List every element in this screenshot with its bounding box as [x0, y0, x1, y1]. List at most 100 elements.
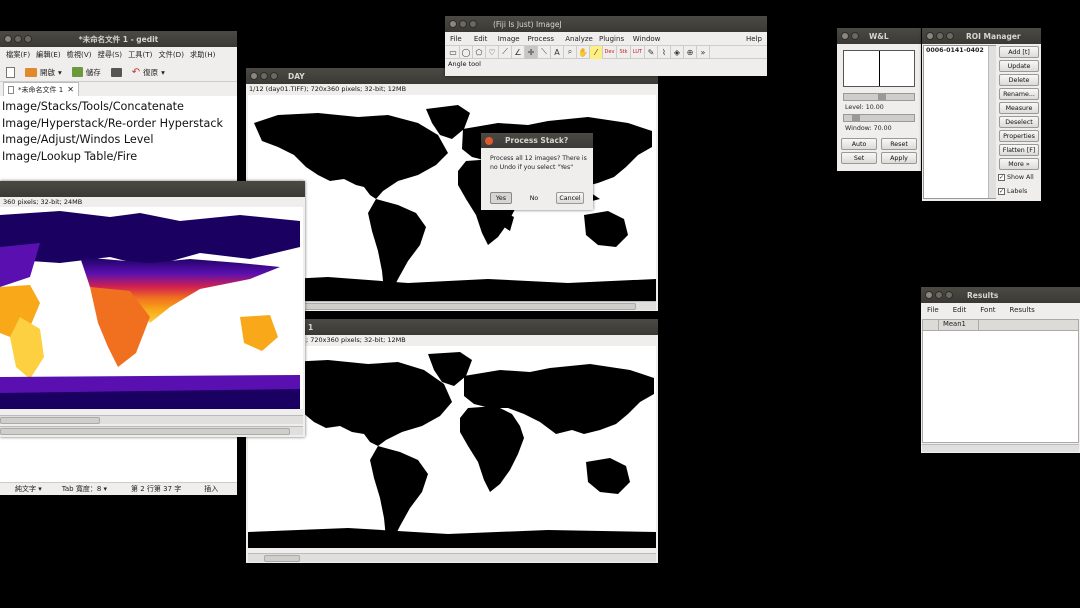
menu-edit[interactable]: Edit: [474, 35, 498, 43]
wand-tool-icon[interactable]: ⟍: [538, 45, 551, 59]
tab-document[interactable]: *未命名文件 1 ✕: [3, 82, 79, 96]
minimize-icon[interactable]: [935, 291, 943, 299]
window-slider[interactable]: [843, 114, 915, 122]
menu-tools[interactable]: 工具(T): [128, 50, 152, 60]
stk-tool-icon[interactable]: Stk: [617, 45, 631, 59]
slider-thumb[interactable]: [852, 115, 860, 121]
close-icon[interactable]: [841, 32, 849, 40]
no-button[interactable]: No: [523, 192, 545, 204]
maximize-icon[interactable]: [945, 291, 953, 299]
results-table[interactable]: Mean1: [922, 319, 1079, 443]
brush-tool-icon[interactable]: ⌇: [658, 45, 671, 59]
tab-width-selector[interactable]: Tab 寬度：8 ▾: [62, 484, 107, 494]
checkbox-checked-icon[interactable]: ✓: [998, 188, 1005, 195]
horizontal-scrollbar[interactable]: [248, 301, 656, 310]
close-icon[interactable]: [485, 136, 493, 145]
close-icon[interactable]: [250, 72, 258, 80]
close-icon[interactable]: [925, 291, 933, 299]
horizontal-scrollbar[interactable]: [922, 444, 1079, 452]
print-icon[interactable]: [110, 67, 122, 77]
angle-tool-icon[interactable]: ∠: [512, 45, 525, 59]
save-button[interactable]: 儲存: [71, 67, 101, 78]
set-button[interactable]: Set: [841, 152, 877, 164]
pencil-tool-icon[interactable]: ✎: [645, 45, 658, 59]
syntax-mode-selector[interactable]: 純文字 ▾: [15, 484, 42, 494]
cancel-button[interactable]: Cancel: [556, 192, 584, 204]
point-tool-icon[interactable]: ✛: [525, 45, 538, 59]
roi-titlebar[interactable]: ROI Manager: [922, 28, 1041, 44]
text-editor[interactable]: Image/Stacks/Tools/Concatenate Image/Hyp…: [0, 96, 237, 168]
menu-font[interactable]: Font: [980, 306, 995, 314]
roi-list[interactable]: 0006-0141-0402: [923, 45, 996, 199]
dialog-titlebar[interactable]: Process Stack?: [481, 133, 593, 148]
night-map-canvas[interactable]: [248, 346, 656, 548]
menu-results[interactable]: Results: [1010, 306, 1035, 314]
menu-window[interactable]: Window: [633, 35, 746, 43]
level-slider[interactable]: [843, 93, 915, 101]
roi-list-item[interactable]: 0006-0141-0402: [924, 46, 995, 55]
hand-tool-icon[interactable]: ✋: [577, 45, 590, 59]
menu-image[interactable]: Image: [498, 35, 528, 43]
menu-view[interactable]: 檢視(V): [67, 50, 92, 60]
fire-map-canvas[interactable]: [0, 207, 303, 409]
add-button[interactable]: Add [t]: [999, 46, 1039, 58]
auto-button[interactable]: Auto: [841, 138, 877, 150]
scrollbar-thumb[interactable]: [0, 428, 290, 435]
horizontal-scrollbar[interactable]: [0, 426, 303, 435]
menu-process[interactable]: Process: [527, 35, 565, 43]
rename-button[interactable]: Rename...: [999, 88, 1039, 100]
properties-button[interactable]: Properties: [999, 130, 1039, 142]
menu-analyze[interactable]: Analyze: [565, 35, 599, 43]
reset-button[interactable]: Reset: [881, 138, 917, 150]
menu-documents[interactable]: 文件(D): [158, 50, 184, 60]
line-tool-icon[interactable]: ⟋: [499, 45, 512, 59]
new-file-icon[interactable]: [6, 66, 15, 78]
menu-file[interactable]: File: [927, 306, 939, 314]
menu-help[interactable]: 求助(H): [190, 50, 215, 60]
scrollbar-thumb[interactable]: [256, 303, 636, 310]
chevron-down-icon[interactable]: ▾: [161, 68, 165, 77]
night-titlebar[interactable]: 1: [246, 319, 658, 335]
roi-list-scrollbar[interactable]: [988, 46, 996, 198]
menu-edit[interactable]: Edit: [953, 306, 967, 314]
gedit-titlebar[interactable]: *未命名文件 1 - gedit: [0, 31, 237, 47]
minimize-icon[interactable]: [14, 35, 22, 43]
flood-fill-tool-icon[interactable]: ◈: [671, 45, 684, 59]
yes-button[interactable]: Yes: [490, 192, 512, 204]
delete-button[interactable]: Delete: [999, 74, 1039, 86]
maximize-icon[interactable]: [946, 32, 954, 40]
maximize-icon[interactable]: [469, 20, 477, 28]
maximize-icon[interactable]: [24, 35, 32, 43]
wl-titlebar[interactable]: W&L: [837, 28, 921, 44]
dropper-tool-icon[interactable]: ⁄: [590, 45, 603, 59]
close-icon[interactable]: [449, 20, 457, 28]
deselect-button[interactable]: Deselect: [999, 116, 1039, 128]
close-icon[interactable]: [926, 32, 934, 40]
menu-file[interactable]: File: [450, 35, 474, 43]
apply-button[interactable]: Apply: [881, 152, 917, 164]
lut-tool-icon[interactable]: LUT: [631, 45, 645, 59]
checkbox-checked-icon[interactable]: ✓: [998, 174, 1005, 181]
close-icon[interactable]: [4, 35, 12, 43]
menu-help[interactable]: Help: [746, 35, 762, 43]
scrollbar-thumb[interactable]: [264, 555, 300, 562]
flatten-button[interactable]: Flatten [F]: [999, 144, 1039, 156]
menu-edit[interactable]: 編輯(E): [36, 50, 61, 60]
horizontal-scrollbar[interactable]: [248, 553, 656, 562]
oval-tool-icon[interactable]: ◯: [460, 45, 473, 59]
results-titlebar[interactable]: Results: [921, 287, 1080, 303]
polygon-tool-icon[interactable]: ⬠: [473, 45, 486, 59]
measure-button[interactable]: Measure: [999, 102, 1039, 114]
fire-titlebar[interactable]: [0, 181, 305, 197]
slider-thumb[interactable]: [878, 94, 886, 100]
undo-button[interactable]: ↶ 復原 ▾: [132, 67, 165, 78]
zoom-tool-icon[interactable]: ⊕: [684, 45, 697, 59]
show-all-checkbox[interactable]: ✓ Show All: [998, 174, 1034, 181]
column-header-mean1[interactable]: Mean1: [939, 320, 979, 330]
menu-file[interactable]: 檔案(F): [6, 50, 30, 60]
freehand-tool-icon[interactable]: ♡: [486, 45, 499, 59]
menu-plugins[interactable]: Plugins: [599, 35, 633, 43]
labels-checkbox[interactable]: ✓ Labels: [998, 188, 1027, 195]
menu-search[interactable]: 搜尋(S): [98, 50, 123, 60]
rectangle-tool-icon[interactable]: ▭: [447, 45, 460, 59]
